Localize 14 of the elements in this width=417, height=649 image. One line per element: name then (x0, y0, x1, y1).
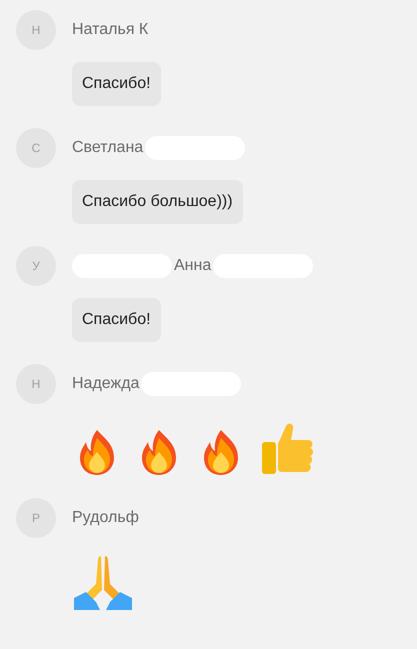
avatar: Н (16, 364, 56, 404)
message-bubble: Спасибо! (72, 298, 161, 342)
message-bubble: Спасибо! (72, 62, 161, 106)
praying-hands-icon (74, 554, 132, 612)
sender-name: Наталья К (72, 20, 148, 40)
avatar: У (16, 246, 56, 286)
avatar: С (16, 128, 56, 168)
avatar: Н (16, 10, 56, 50)
sender-name: Рудольф (72, 508, 139, 528)
message-bubble: Спасибо большое))) (72, 180, 243, 224)
sender-name: Анна (174, 256, 212, 276)
sender-name: Светлана (72, 138, 144, 158)
avatar: Р (16, 498, 56, 538)
sender-name: Надежда (72, 374, 140, 394)
